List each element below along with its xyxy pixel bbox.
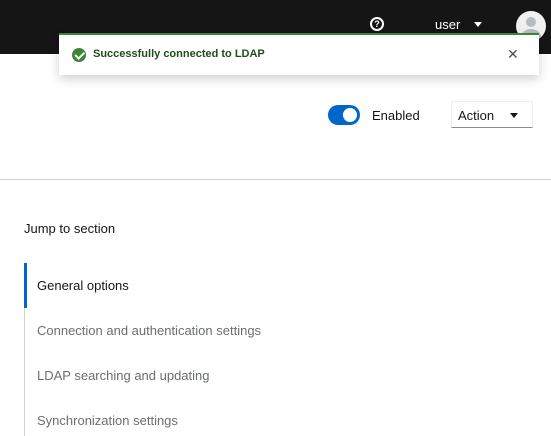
close-icon[interactable]: ✕ (507, 46, 519, 63)
jump-link-synchronization[interactable]: Synchronization settings (37, 413, 178, 428)
divider (0, 179, 551, 180)
toggle-knob (343, 108, 357, 122)
caret-down-icon (510, 113, 518, 118)
enabled-toggle[interactable] (328, 105, 360, 125)
jump-link-general-options[interactable]: General options (37, 278, 129, 293)
jump-link-ldap-searching[interactable]: LDAP searching and updating (37, 368, 210, 383)
enabled-label: Enabled (372, 108, 420, 123)
success-alert: Successfully connected to LDAP ✕ (59, 33, 539, 75)
active-indicator (24, 263, 27, 308)
check-circle-icon (72, 48, 86, 62)
user-name: user (435, 17, 461, 32)
action-label: Action (458, 108, 495, 123)
jump-link-connection-settings[interactable]: Connection and authentication settings (37, 323, 261, 338)
help-icon[interactable]: ? (370, 17, 384, 31)
action-dropdown[interactable]: Action (451, 101, 533, 128)
user-menu-toggle[interactable]: user (435, 17, 483, 32)
jump-links-nav: General options Connection and authentic… (24, 263, 324, 436)
jump-to-section-title: Jump to section (24, 221, 116, 236)
caret-down-icon (474, 22, 483, 27)
alert-title: Successfully connected to LDAP (93, 48, 265, 60)
